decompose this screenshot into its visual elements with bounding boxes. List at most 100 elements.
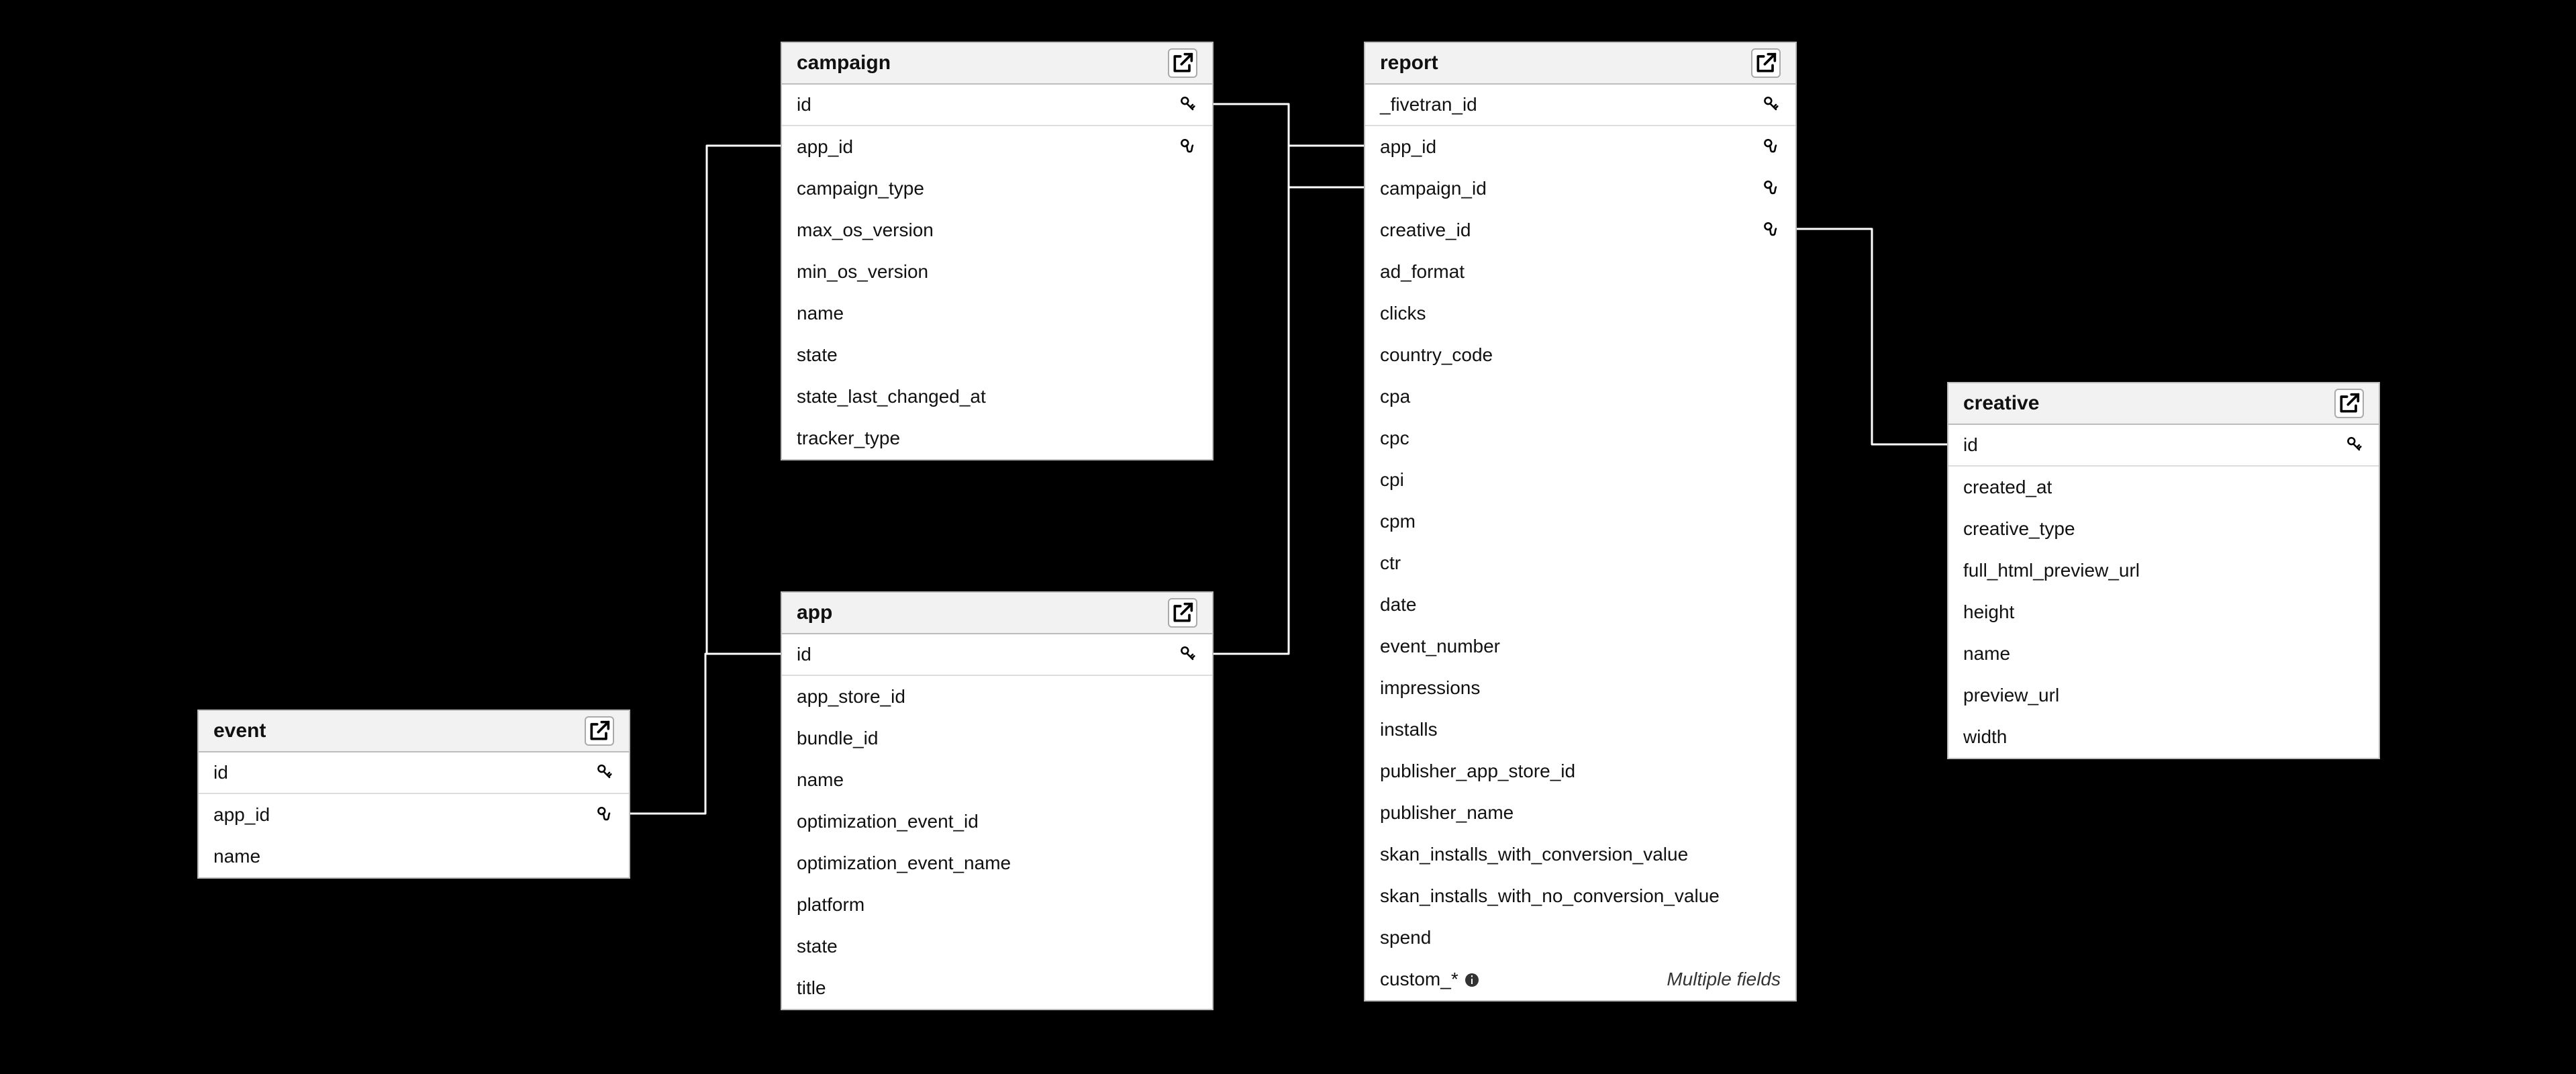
table-row: publisher_app_store_id: [1365, 750, 1795, 792]
table-title: campaign: [797, 52, 891, 75]
column-name: cpm: [1380, 511, 1416, 532]
column-name: id: [797, 94, 811, 115]
column-name: impressions: [1380, 677, 1480, 699]
table-row: clicks: [1365, 293, 1795, 334]
table-row: cpi: [1365, 459, 1795, 501]
table-row: country_code: [1365, 334, 1795, 376]
foreign-key-icon: [1762, 221, 1781, 240]
table-row: id: [1948, 425, 2379, 467]
table-row: skan_installs_with_no_conversion_value: [1365, 875, 1795, 917]
table-row: preview_url: [1948, 675, 2379, 716]
table-row: custom_*Multiple fields: [1365, 959, 1795, 1000]
column-name: width: [1963, 726, 2007, 748]
column-name: country_code: [1380, 344, 1493, 366]
open-external-icon[interactable]: [1168, 48, 1197, 78]
column-name: clicks: [1380, 303, 1426, 324]
table-creative: creative id created_at creative_type full_ht…: [1947, 382, 2380, 759]
column-name: name: [1963, 643, 2010, 665]
primary-key-icon: [2345, 436, 2364, 454]
table-row: ad_format: [1365, 251, 1795, 293]
table-row: cpm: [1365, 501, 1795, 542]
info-icon[interactable]: [1464, 971, 1480, 987]
column-name: app_id: [797, 136, 853, 158]
column-name: campaign_type: [797, 178, 924, 199]
column-name: name: [213, 846, 260, 867]
table-row: event_number: [1365, 626, 1795, 667]
table-row: creative_type: [1948, 508, 2379, 550]
column-name: publisher_app_store_id: [1380, 761, 1575, 782]
table-row: width: [1948, 716, 2379, 758]
table-row: optimization_event_id: [782, 801, 1212, 842]
open-external-icon[interactable]: [2334, 389, 2364, 418]
open-external-icon[interactable]: [585, 716, 614, 746]
column-name: event_number: [1380, 636, 1500, 657]
column-name: bundle_id: [797, 728, 878, 749]
column-name: cpa: [1380, 386, 1410, 407]
column-name: publisher_name: [1380, 802, 1514, 824]
table-report: report _fivetran_id app_id campaign_idcreat…: [1364, 42, 1797, 1002]
table-row: ctr: [1365, 542, 1795, 584]
column-name: full_html_preview_url: [1963, 560, 2140, 581]
table-row: created_at: [1948, 467, 2379, 508]
table-row: campaign_type: [782, 168, 1212, 209]
column-name: cpi: [1380, 469, 1404, 491]
table-row: app_id: [1365, 126, 1795, 168]
column-name: date: [1380, 594, 1417, 616]
column-name: skan_installs_with_no_conversion_value: [1380, 885, 1720, 907]
primary-key-icon: [1179, 95, 1197, 114]
primary-key-icon: [1179, 645, 1197, 664]
table-row: name: [199, 836, 629, 877]
table-row: title: [782, 967, 1212, 1009]
table-row: platform: [782, 884, 1212, 926]
table-row: id: [199, 752, 629, 794]
column-name: state: [797, 344, 838, 366]
table-row: cpa: [1365, 376, 1795, 418]
column-name: preview_url: [1963, 685, 2059, 706]
table-row: skan_installs_with_conversion_value: [1365, 834, 1795, 875]
table-header: report: [1365, 43, 1795, 85]
column-name: skan_installs_with_conversion_value: [1380, 844, 1688, 865]
table-row: cpc: [1365, 418, 1795, 459]
table-row: name: [782, 759, 1212, 801]
table-row: campaign_id: [1365, 168, 1795, 209]
table-row: name: [782, 293, 1212, 334]
table-row: min_os_version: [782, 251, 1212, 293]
table-row: impressions: [1365, 667, 1795, 709]
table-row: bundle_id: [782, 718, 1212, 759]
column-name: id: [797, 644, 811, 665]
table-row: tracker_type: [782, 418, 1212, 459]
open-external-icon[interactable]: [1751, 48, 1781, 78]
table-header: campaign: [782, 43, 1212, 85]
column-name: installs: [1380, 719, 1438, 740]
column-name: creative_id: [1380, 219, 1471, 241]
column-name: ctr: [1380, 552, 1401, 574]
column-name: tracker_type: [797, 428, 900, 449]
table-row: app_id: [782, 126, 1212, 168]
column-name: creative_type: [1963, 518, 2075, 540]
column-name: min_os_version: [797, 261, 928, 283]
table-row: state: [782, 926, 1212, 967]
column-name: custom_*: [1380, 969, 1458, 990]
column-name: name: [797, 303, 844, 324]
column-name: max_os_version: [797, 219, 934, 241]
foreign-key-icon: [1179, 138, 1197, 156]
table-row: height: [1948, 591, 2379, 633]
table-row: date: [1365, 584, 1795, 626]
foreign-key-icon: [595, 806, 614, 824]
primary-key-icon: [595, 763, 614, 782]
column-name: campaign_id: [1380, 178, 1487, 199]
table-row: name: [1948, 633, 2379, 675]
column-name: height: [1963, 601, 2014, 623]
column-name: title: [797, 977, 826, 999]
column-name: id: [1963, 434, 1978, 456]
column-name: _fivetran_id: [1380, 94, 1477, 115]
table-header: app: [782, 593, 1212, 634]
table-title: creative: [1963, 392, 2039, 415]
table-title: event: [213, 720, 266, 742]
column-name: platform: [797, 894, 864, 916]
table-row: _fivetran_id: [1365, 85, 1795, 126]
primary-key-icon: [1762, 95, 1781, 114]
open-external-icon[interactable]: [1168, 598, 1197, 628]
table-row: state: [782, 334, 1212, 376]
foreign-key-icon: [1762, 179, 1781, 198]
